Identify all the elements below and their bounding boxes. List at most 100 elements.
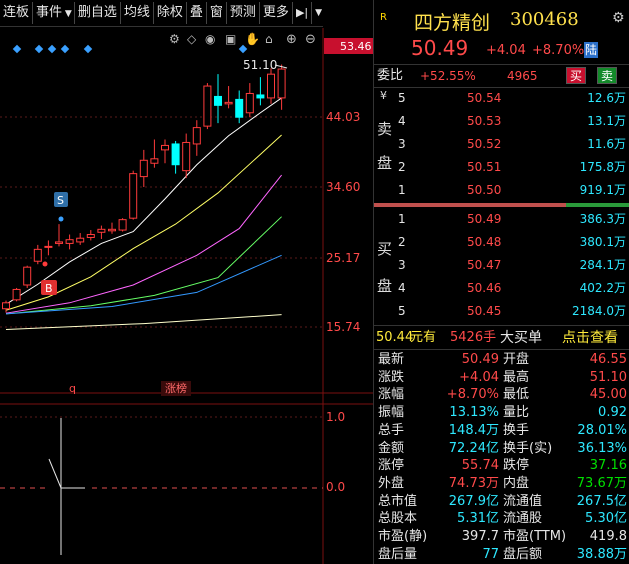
stat-label: 涨停: [378, 458, 405, 474]
sell-signal-text: S: [57, 194, 64, 207]
stat-label: 内盘: [503, 475, 530, 491]
expand-icon[interactable]: ◇: [187, 32, 197, 46]
bid-row[interactable]: 4 50.46 402.2万: [374, 279, 629, 298]
candle[interactable]: [2, 300, 10, 313]
candle[interactable]: [150, 139, 159, 168]
stat-value: 51.10: [589, 369, 627, 385]
candle[interactable]: [256, 77, 265, 106]
candle[interactable]: [203, 83, 212, 130]
big-order-link[interactable]: 点击查看: [562, 327, 618, 349]
play-icon[interactable]: ▶|: [293, 2, 313, 24]
sell-button[interactable]: 卖: [597, 67, 618, 84]
toolbar-events-dropdown[interactable]: 事件 ▼: [33, 2, 75, 24]
event-marker[interactable]: [238, 44, 248, 54]
toolbar-forecast[interactable]: 预测: [227, 2, 260, 24]
candle-body: [150, 158, 159, 164]
bid-row[interactable]: 5 50.45 2184.0万: [374, 302, 629, 321]
ask-row[interactable]: 3 50.52 11.6万: [374, 135, 629, 154]
chevron-down-icon[interactable]: ▼: [312, 2, 325, 24]
candle[interactable]: [224, 86, 233, 109]
event-marker[interactable]: [34, 44, 44, 54]
ask-level: 5: [398, 91, 406, 105]
candle[interactable]: [235, 90, 244, 124]
stat-label: 总手: [378, 422, 405, 438]
event-marker[interactable]: [83, 44, 93, 54]
candle-body: [2, 302, 10, 310]
price-axis-label: 15.74: [326, 320, 360, 334]
candle[interactable]: [161, 139, 169, 164]
event-marker[interactable]: [47, 44, 57, 54]
bid-price: 50.49: [467, 212, 502, 226]
candle[interactable]: [245, 83, 254, 118]
candle[interactable]: [267, 68, 275, 104]
candle[interactable]: [12, 287, 21, 302]
candle[interactable]: [182, 133, 191, 179]
toolbar-exright[interactable]: 除权: [154, 2, 187, 24]
ask-row[interactable]: 4 50.53 13.1万: [374, 112, 629, 131]
candle[interactable]: [44, 240, 53, 256]
candle[interactable]: [214, 74, 222, 124]
candle-body: [108, 228, 116, 232]
candle[interactable]: [118, 218, 127, 232]
bid-row[interactable]: 2 50.48 380.1万: [374, 233, 629, 252]
candle-body: [23, 266, 32, 286]
stat-row: 总市值 267.9亿 流通值 267.5亿: [374, 493, 629, 511]
stat-value: 419.8: [589, 529, 627, 544]
gear-icon[interactable]: ⚙: [612, 10, 625, 26]
candle[interactable]: [76, 233, 85, 245]
stat-value: 5.30亿: [585, 511, 627, 527]
zoom-out-icon[interactable]: ⊖: [305, 32, 316, 47]
candle[interactable]: [129, 170, 138, 220]
ask-row[interactable]: 5 50.54 12.6万: [374, 89, 629, 108]
candle[interactable]: [97, 225, 106, 239]
stat-label: 盘后量: [378, 546, 418, 562]
hand-icon[interactable]: ✋: [245, 32, 260, 46]
candle-body: [256, 94, 265, 99]
stat-label: 市盈(静): [378, 529, 428, 544]
package-icon[interactable]: ▣: [225, 32, 236, 46]
candle[interactable]: [277, 64, 286, 110]
toolbar-remove-watchlist[interactable]: 删自选: [75, 2, 121, 24]
candle-body: [76, 237, 85, 243]
candle-body: [245, 92, 254, 114]
bid-price: 50.45: [467, 304, 502, 318]
candle[interactable]: [139, 149, 148, 187]
candle[interactable]: [23, 265, 32, 288]
candle[interactable]: [33, 244, 42, 265]
toolbar-overlay[interactable]: 叠: [187, 2, 207, 24]
candle[interactable]: [171, 140, 180, 174]
candle[interactable]: [65, 234, 74, 250]
toolbar-more[interactable]: 更多: [260, 2, 293, 24]
event-marker[interactable]: [12, 44, 22, 54]
event-markers: [12, 44, 248, 54]
candle[interactable]: [108, 222, 116, 234]
last-price: 50.49: [411, 36, 469, 60]
ask-price: 50.51: [467, 160, 502, 174]
lock-icon[interactable]: ⌂: [265, 32, 273, 46]
toolbar-window[interactable]: 窗: [207, 2, 227, 24]
bid-row[interactable]: 1 50.49 386.3万: [374, 210, 629, 229]
high-price-label: 51.10: [243, 58, 277, 72]
stat-row: 涨停 55.74 跌停 37.16: [374, 457, 629, 475]
ask-row[interactable]: 2 50.51 175.8万: [374, 158, 629, 177]
zoom-in-icon[interactable]: ⊕: [286, 32, 297, 47]
bid-row[interactable]: 3 50.47 284.1万: [374, 256, 629, 275]
gear-icon[interactable]: ⚙: [169, 32, 180, 46]
candle-body: [277, 68, 286, 99]
candle[interactable]: [55, 224, 63, 247]
bid-price: 50.48: [467, 235, 502, 249]
toolbar-lianban[interactable]: 连板: [0, 2, 34, 24]
eye-icon[interactable]: ◉: [205, 32, 215, 46]
event-marker[interactable]: [60, 44, 70, 54]
ask-row[interactable]: 1 50.50 919.1万: [374, 181, 629, 200]
webi-value: +52.55%: [420, 69, 476, 83]
market-tag[interactable]: 陆: [584, 42, 599, 58]
label-zhangbang[interactable]: 涨榜: [165, 381, 187, 395]
stat-row: 外盘 74.73万 内盘 73.67万: [374, 475, 629, 493]
kline-chart[interactable]: ⚙ ◇ ◉ ▣ ✋ ⌂ ⊕ ⊖ 53.46 44.03 34.60 25.17 …: [0, 28, 373, 564]
candle[interactable]: [192, 120, 201, 156]
price-axis-label: 34.60: [326, 180, 360, 194]
toolbar-ma[interactable]: 均线: [121, 2, 154, 24]
candle[interactable]: [86, 230, 95, 241]
buy-button[interactable]: 买: [566, 67, 587, 84]
